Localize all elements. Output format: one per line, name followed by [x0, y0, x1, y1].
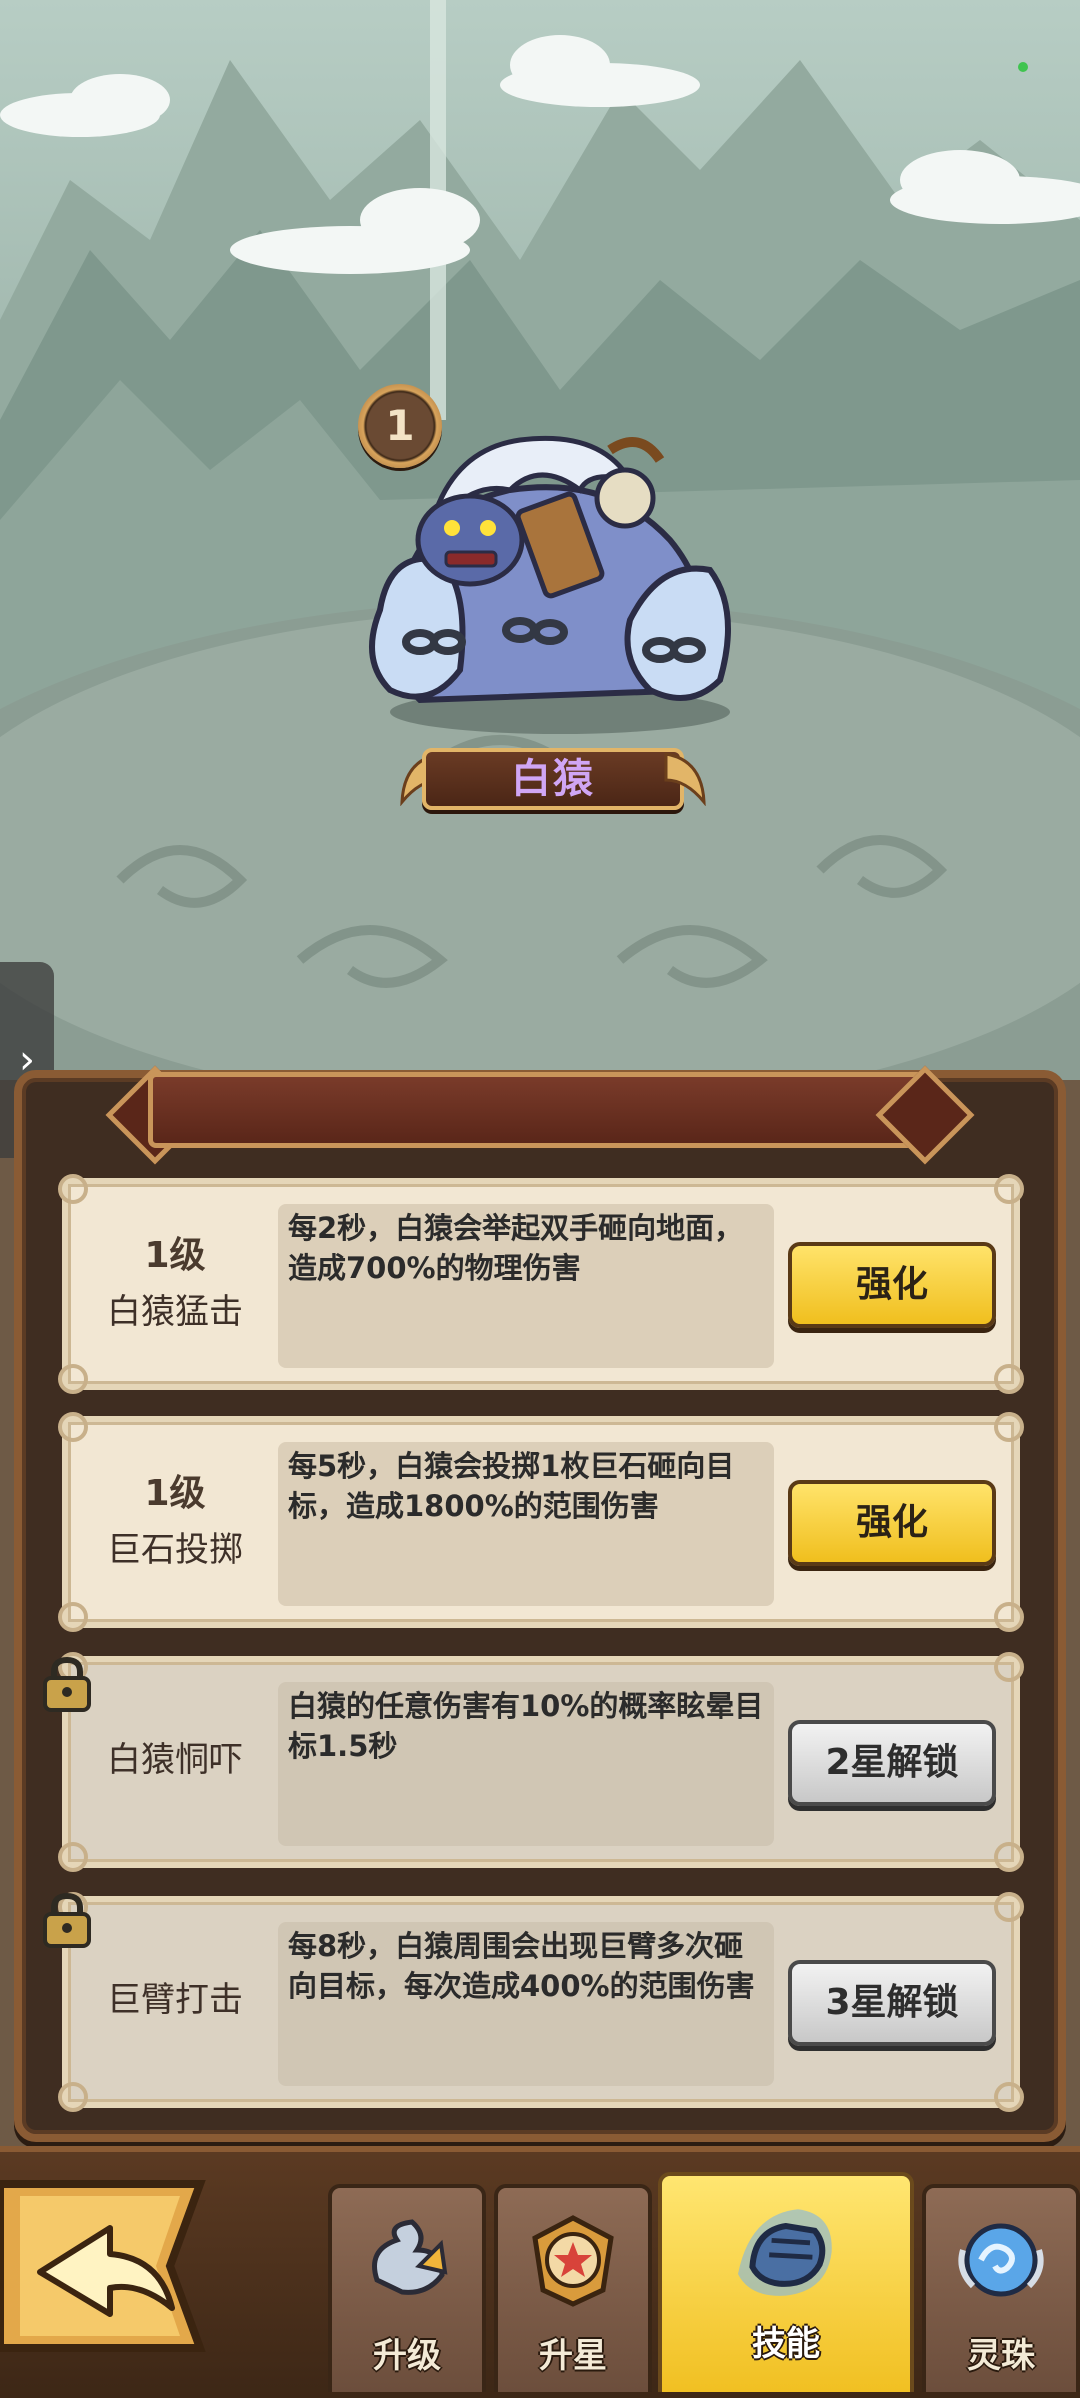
skill-level: 1级 — [144, 1473, 206, 1514]
tab-label: 技能 — [752, 2324, 820, 2364]
dragon-upgrade-icon — [372, 2219, 448, 2295]
hero-name-plate: 白猿 — [400, 742, 706, 816]
unlock-skill-button[interactable]: 2星解锁 — [788, 1720, 996, 1806]
spirit-orb-icon — [958, 2223, 1044, 2297]
skill-card-2: 1级 巨石投掷 每5秒，白猿会投掷1枚巨石砸向目标，造成1800%的范围伤害 强… — [58, 1412, 1024, 1632]
unlock-skill-button[interactable]: 3星解锁 — [788, 1960, 996, 2046]
star-medal-icon — [532, 2215, 614, 2307]
tab-skills[interactable]: 技能 — [658, 2172, 914, 2392]
skill-description: 每5秒，白猿会投掷1枚巨石砸向目标，造成1800%的范围伤害 — [278, 1442, 774, 1606]
fist-skill-icon — [738, 2209, 832, 2296]
upgrade-skill-button[interactable]: 强化 — [788, 1242, 996, 1328]
tab-star-up[interactable]: 升星 — [494, 2184, 652, 2392]
tab-label: 升级 — [373, 2336, 441, 2376]
skill-card-4: 巨臂打击 每8秒，白猿周围会出现巨臂多次砸向目标，每次造成400%的范围伤害 3… — [58, 1892, 1024, 2112]
tab-label: 升星 — [539, 2336, 607, 2376]
skill-name: 白猿猛击 — [107, 1292, 243, 1332]
white-ape-hero-sprite — [369, 435, 731, 734]
skill-description: 每8秒，白猿周围会出现巨臂多次砸向目标，每次造成400%的范围伤害 — [278, 1922, 774, 2086]
tab-spirit-orb[interactable]: 灵珠 — [922, 2184, 1080, 2392]
lock-icon — [43, 1892, 91, 1948]
tab-label: 灵珠 — [967, 2336, 1035, 2376]
skill-card-1: 1级 白猿猛击 每2秒，白猿会举起双手砸向地面，造成700%的物理伤害 强化 — [58, 1174, 1024, 1394]
hero-name: 白猿 — [511, 756, 595, 802]
upgrade-skill-button[interactable]: 强化 — [788, 1480, 996, 1566]
skill-panel-header-ornament — [105, 1058, 975, 1165]
skill-name: 巨石投掷 — [107, 1530, 243, 1570]
skill-name: 巨臂打击 — [107, 1980, 243, 2020]
tab-upgrade[interactable]: 升级 — [328, 2184, 486, 2392]
status-indicator — [1018, 62, 1028, 72]
lock-icon — [43, 1656, 91, 1712]
skill-description: 白猿的任意伤害有10%的概率眩晕目标1.5秒 — [278, 1682, 774, 1846]
skill-card-3: 白猿恫吓 白猿的任意伤害有10%的概率眩晕目标1.5秒 2星解锁 — [58, 1652, 1024, 1872]
back-arrow-icon[interactable] — [0, 2178, 210, 2354]
skill-level: 1级 — [144, 1235, 206, 1276]
skill-description: 每2秒，白猿会举起双手砸向地面，造成700%的物理伤害 — [278, 1204, 774, 1368]
skill-name: 白猿恫吓 — [107, 1740, 243, 1780]
